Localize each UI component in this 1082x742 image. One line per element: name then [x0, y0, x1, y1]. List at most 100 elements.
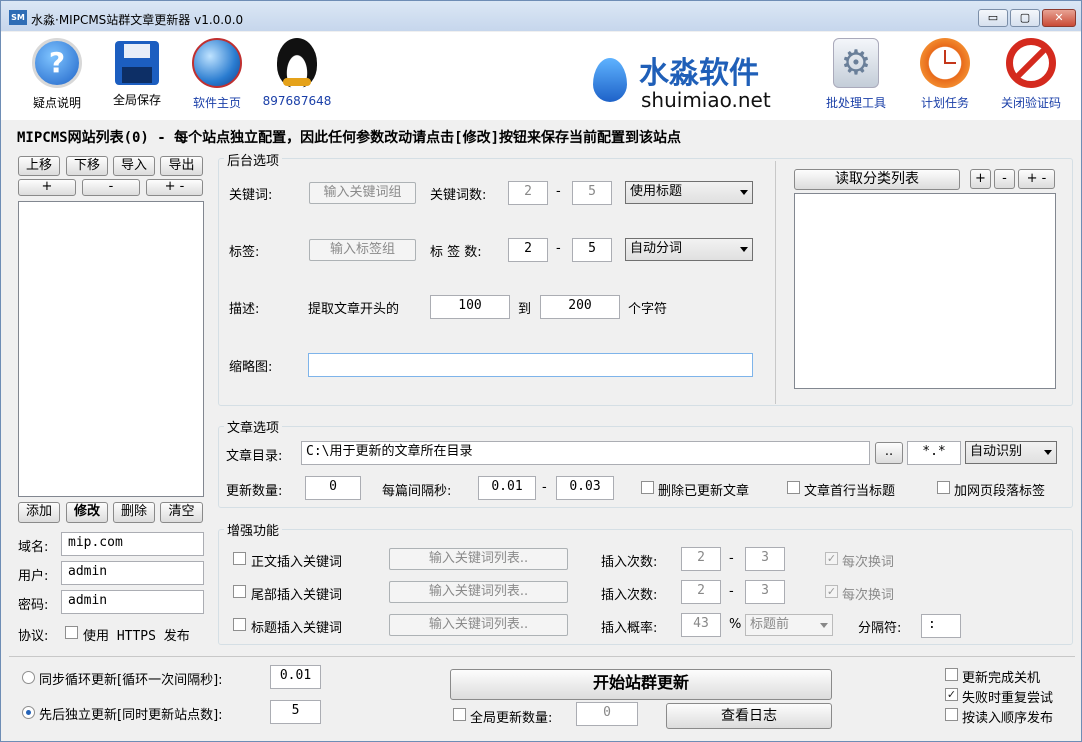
global-count-checkbox[interactable]: [453, 708, 466, 721]
body-insert-max-input[interactable]: 3: [745, 547, 785, 571]
export-button[interactable]: 导出: [160, 156, 203, 176]
body-change-word-checkbox[interactable]: [825, 552, 838, 565]
app-window: SM 水淼·MIPCMS站群文章更新器 v1.0.0.0 ▭ ▢ ✕ ? 疑点说…: [0, 0, 1082, 742]
sync-loop-radio[interactable]: [22, 671, 35, 684]
retry-checkbox[interactable]: [945, 688, 958, 701]
toolbar-save-button[interactable]: 全局保存: [97, 38, 177, 108]
category-plus-button[interactable]: +: [970, 169, 991, 189]
list-plus-button[interactable]: +: [18, 179, 76, 196]
description-label: 描述:: [229, 302, 260, 317]
keyword-min-input[interactable]: 2: [508, 181, 548, 205]
title-insert-prob-input[interactable]: 43: [681, 613, 721, 637]
modify-site-button[interactable]: 修改: [66, 502, 108, 523]
tag-max-input[interactable]: 5: [572, 238, 612, 262]
list-minus-button[interactable]: -: [82, 179, 140, 196]
tag-min-input[interactable]: 2: [508, 238, 548, 262]
tail-change-word-checkbox[interactable]: [825, 585, 838, 598]
description-to-input[interactable]: 200: [540, 295, 620, 319]
brand-logo: 水淼软件 shuimiao.net: [593, 48, 793, 112]
first-line-title-checkbox[interactable]: [787, 481, 800, 494]
category-listbox[interactable]: [794, 193, 1056, 389]
tag-count-label: 标 签 数:: [430, 245, 482, 260]
tag-mode-select[interactable]: 自动分词: [625, 238, 753, 261]
tail-insert-max-input[interactable]: 3: [745, 580, 785, 604]
add-site-button[interactable]: 添加: [18, 502, 60, 523]
body-keyword-list-button[interactable]: 输入关键词列表..: [389, 548, 568, 570]
keyword-group-button[interactable]: 输入关键词组: [309, 182, 416, 204]
title-position-select[interactable]: 标题前: [745, 614, 833, 636]
first-line-title-label: 文章首行当标题: [804, 484, 896, 499]
password-label: 密码:: [18, 598, 49, 613]
toolbar-schedule-label: 计划任务: [920, 96, 969, 110]
tail-insert-min-input[interactable]: 2: [681, 580, 721, 604]
interval-label: 每篇间隔秒:: [382, 484, 452, 499]
toolbar-help-button[interactable]: ? 疑点说明: [17, 38, 97, 111]
interval-min-input[interactable]: 0.01: [478, 476, 536, 500]
maximize-button[interactable]: ▢: [1010, 9, 1040, 27]
title-keyword-list-button[interactable]: 输入关键词列表..: [389, 614, 568, 636]
toolbar-save-label: 全局保存: [112, 93, 161, 107]
site-listbox[interactable]: [18, 201, 204, 497]
toolbar-captcha-button[interactable]: 关闭验证码: [991, 38, 1071, 111]
sync-loop-label: 同步循环更新[循环一次间隔秒]:: [39, 673, 223, 688]
order-publish-label: 按读入顺序发布: [962, 711, 1054, 726]
separator-input[interactable]: :: [921, 614, 961, 638]
encoding-select[interactable]: 自动识别: [965, 441, 1057, 464]
delete-updated-checkbox[interactable]: [641, 481, 654, 494]
keyword-range-dash: -: [556, 184, 561, 199]
tail-keyword-list-button[interactable]: 输入关键词列表..: [389, 581, 568, 603]
interval-max-input[interactable]: 0.03: [556, 476, 614, 500]
concurrent-sites-input[interactable]: 5: [270, 700, 321, 724]
body-insert-min-input[interactable]: 2: [681, 547, 721, 571]
toolbar-schedule-button[interactable]: 计划任务: [905, 38, 985, 111]
tag-mode-value: 自动分词: [630, 241, 683, 256]
sequential-radio[interactable]: [22, 706, 35, 719]
https-label: 使用 HTTPS 发布: [83, 629, 190, 644]
toolbar-batch-label: 批处理工具: [825, 96, 886, 110]
keyword-max-input[interactable]: 5: [572, 181, 612, 205]
view-log-button[interactable]: 查看日志: [666, 703, 832, 729]
keyword-mode-select[interactable]: 使用标题: [625, 181, 753, 204]
close-button[interactable]: ✕: [1042, 9, 1076, 27]
site-list-header: MIPCMS网站列表(0) - 每个站点独立配置，因此任何参数改动请点击[修改]…: [17, 130, 681, 146]
qq-penguin-icon: [277, 38, 317, 88]
list-plusminus-button[interactable]: + -: [146, 179, 203, 196]
password-input[interactable]: admin: [61, 590, 204, 614]
minimize-button[interactable]: ▭: [978, 9, 1008, 27]
thumbnail-input[interactable]: [308, 353, 753, 377]
browse-dir-button[interactable]: ..: [875, 442, 903, 464]
tail-insert-times-label: 插入次数:: [601, 588, 658, 603]
toolbar-qq-button[interactable]: 897687648: [257, 38, 337, 108]
article-dir-label: 文章目录:: [226, 449, 283, 464]
move-up-button[interactable]: 上移: [18, 156, 60, 176]
order-publish-checkbox[interactable]: [945, 708, 958, 721]
tail-insert-keyword-checkbox[interactable]: [233, 585, 246, 598]
start-update-button[interactable]: 开始站群更新: [450, 669, 832, 700]
read-category-list-button[interactable]: 读取分类列表: [794, 169, 960, 190]
sync-interval-input[interactable]: 0.01: [270, 665, 321, 689]
file-pattern-input[interactable]: *.*: [907, 441, 961, 465]
user-input[interactable]: admin: [61, 561, 204, 585]
clock-icon: [920, 38, 970, 88]
tag-group-button[interactable]: 输入标签组: [309, 239, 416, 261]
update-count-input[interactable]: 0: [305, 476, 361, 500]
user-label: 用户:: [18, 569, 49, 584]
domain-input[interactable]: mip.com: [61, 532, 204, 556]
title-insert-keyword-checkbox[interactable]: [233, 618, 246, 631]
paragraph-tag-checkbox[interactable]: [937, 481, 950, 494]
description-from-input[interactable]: 100: [430, 295, 510, 319]
category-minus-button[interactable]: -: [994, 169, 1015, 189]
https-checkbox[interactable]: [65, 626, 78, 639]
move-down-button[interactable]: 下移: [66, 156, 108, 176]
toolbar-homepage-button[interactable]: 软件主页: [177, 38, 257, 111]
shutdown-checkbox[interactable]: [945, 668, 958, 681]
global-count-input[interactable]: 0: [576, 702, 638, 726]
delete-site-button[interactable]: 删除: [113, 502, 155, 523]
article-dir-input[interactable]: C:\用于更新的文章所在目录: [301, 441, 870, 465]
toolbar-batch-button[interactable]: ⚙ 批处理工具: [816, 38, 896, 111]
update-count-label: 更新数量:: [226, 484, 283, 499]
category-plusminus-button[interactable]: + -: [1018, 169, 1055, 189]
import-button[interactable]: 导入: [113, 156, 155, 176]
clear-sites-button[interactable]: 清空: [160, 502, 203, 523]
body-insert-keyword-checkbox[interactable]: [233, 552, 246, 565]
